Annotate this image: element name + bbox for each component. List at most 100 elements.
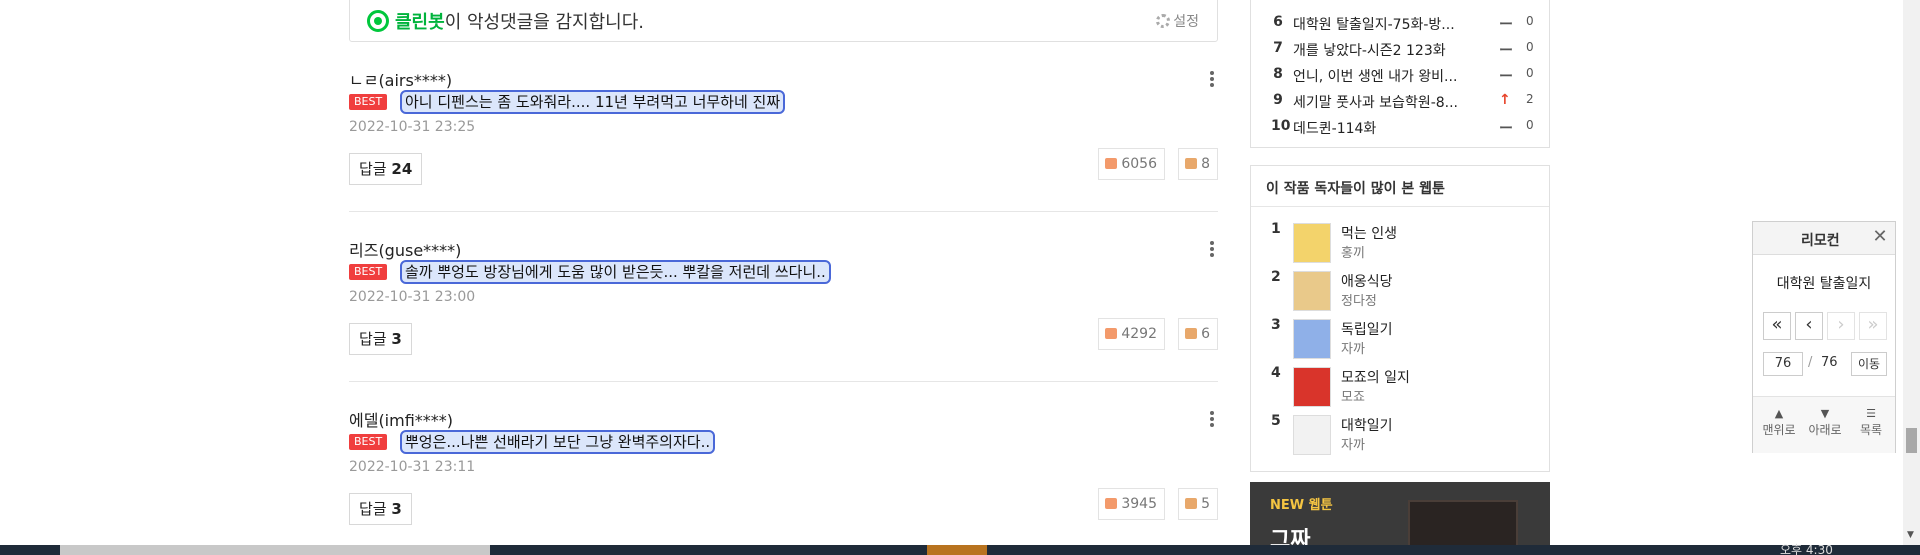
webtoon-author: 자까 — [1341, 342, 1365, 357]
reply-button[interactable]: 답글 3 — [349, 493, 412, 525]
scroll-top-button[interactable]: ▲ 맨위로 — [1757, 407, 1801, 438]
cleanbot-settings-button[interactable]: 설정 — [1156, 11, 1199, 31]
comment-text: 솔까 뿌엉도 방장님에게 도움 많이 받은듯... 뿌칼을 저런데 쓰다니.. — [400, 260, 831, 284]
webtoon-title: 먹는 인생 — [1341, 226, 1397, 242]
scrollbar-thumb[interactable] — [1906, 428, 1917, 453]
popular-item[interactable]: 5 대학일기 자까 — [1271, 413, 1531, 459]
comment-date: 2022-10-31 23:25 — [349, 119, 476, 135]
remote-header: 리모컨 ✕ — [1753, 222, 1895, 255]
comment-item: ㄴㄹ(airs****) BEST 아니 디펜스는 좀 도와줘라.... 11년… — [349, 67, 1218, 192]
webtoon-thumbnail — [1293, 367, 1331, 407]
comment-text: 뿌엉은...나쁜 선배라기 보단 그냥 완벽주의자다.. — [400, 430, 716, 454]
scroll-down-button[interactable]: ▼ 아래로 — [1803, 407, 1847, 438]
remote-nav-buttons: « ‹ › » — [1763, 312, 1887, 342]
remote-series-title: 대학원 탈출일지 — [1776, 276, 1872, 292]
popular-item[interactable]: 1 먹는 인생 홍끼 — [1271, 221, 1531, 267]
cleanbot-notice: 클린봇이 악성댓글을 감지합니다. 설정 — [349, 0, 1218, 42]
webtoon-title: 독립일기 — [1341, 322, 1393, 338]
dislike-button[interactable]: 8 — [1178, 148, 1218, 180]
episode-ranking-list: 6 대학원 탈출일지-75화-방... ー 0 7 개를 낳았다-시즌2 123… — [1250, 0, 1550, 148]
remote-page-jump: 76 / 76 이동 — [1763, 352, 1887, 378]
cleanbot-brand: 클린봇 — [395, 12, 445, 33]
rank-unchanged-icon: ー — [1499, 121, 1513, 137]
comment-item: 리즈(guse****) BEST 솔까 뿌엉도 방장님에게 도움 많이 받은듯… — [349, 237, 1218, 362]
comment-text: 아니 디펜스는 좀 도와줘라.... 11년 부려먹고 너무하네 진짜 — [400, 90, 786, 114]
remote-control-panel: 리모컨 ✕ 대학원 탈출일지 « ‹ › » 76 / 76 이동 ▲ 맨위로 ▼… — [1752, 221, 1896, 453]
list-icon: ☰ — [1866, 407, 1876, 420]
gear-icon — [1156, 14, 1171, 28]
rank-up-arrow-icon: ↑ — [1499, 92, 1511, 108]
webtoon-title: 애옹식당 — [1341, 274, 1393, 290]
thumbs-up-icon — [1105, 158, 1118, 169]
banner-label: NEW 웹툰 — [1270, 498, 1333, 513]
comment-item: 에델(imfi****) BEST 뿌엉은...나쁜 선배라기 보단 그냥 완벽… — [349, 407, 1218, 532]
more-options-icon[interactable] — [1206, 69, 1218, 87]
webtoon-author: 자까 — [1341, 438, 1365, 453]
next-episode-button[interactable]: › — [1827, 312, 1855, 340]
webtoon-thumbnail — [1293, 271, 1331, 311]
webtoon-thumbnail — [1293, 223, 1331, 263]
comment-date: 2022-10-31 23:00 — [349, 289, 476, 305]
dislike-button[interactable]: 5 — [1178, 488, 1218, 520]
total-pages: 76 — [1821, 355, 1838, 370]
thumbs-down-icon — [1185, 328, 1198, 339]
popular-webtoons-panel: 이 작품 독자들이 많이 본 웹툰 1 먹는 인생 홍끼 2 애옹식당 정다정 … — [1250, 165, 1550, 472]
ranking-item[interactable]: 7 개를 낳았다-시즌2 123화 ー 0 — [1271, 40, 1541, 65]
rank-unchanged-icon: ー — [1499, 43, 1513, 59]
prev-episode-button[interactable]: ‹ — [1795, 312, 1823, 340]
comment-username[interactable]: 에델(imfi****) — [349, 407, 453, 431]
divider — [1251, 206, 1549, 207]
webtoon-author: 모죠 — [1341, 390, 1365, 405]
ranking-item[interactable]: 6 대학원 탈출일지-75화-방... ー 0 — [1271, 14, 1541, 39]
comment-username[interactable]: ㄴㄹ(airs****) — [349, 67, 452, 91]
rank-unchanged-icon: ー — [1499, 17, 1513, 33]
banner-headline: 그짜 — [1270, 528, 1311, 547]
scroll-down-arrow-icon[interactable]: ▼ — [1907, 530, 1914, 540]
thumbs-up-icon — [1105, 498, 1118, 509]
reply-button[interactable]: 답글 24 — [349, 153, 423, 185]
webtoon-comments-page: 클린봇이 악성댓글을 감지합니다. 설정 ㄴㄹ(airs****) BEST 아… — [0, 0, 1920, 555]
thumbs-down-icon — [1185, 498, 1198, 509]
best-badge: BEST — [349, 434, 388, 450]
ranking-item[interactable]: 8 언니, 이번 생엔 내가 왕비... ー 0 — [1271, 66, 1541, 91]
page-scrollbar[interactable]: ▼ — [1903, 0, 1920, 545]
best-badge: BEST — [349, 264, 388, 280]
thumbs-up-icon — [1105, 328, 1118, 339]
new-webtoon-banner[interactable]: NEW 웹툰 그짜 — [1250, 482, 1550, 547]
like-button[interactable]: 6056 — [1098, 148, 1165, 180]
webtoon-title: 대학일기 — [1341, 418, 1393, 434]
taskbar-app[interactable] — [927, 545, 987, 555]
ranking-item[interactable]: 9 세기말 풋사과 보습학원-8... ↑ 2 — [1271, 92, 1541, 117]
remote-title: 리모컨 — [1801, 233, 1840, 249]
close-icon[interactable]: ✕ — [1871, 228, 1889, 246]
cleanbot-eye-icon — [367, 10, 389, 32]
rank-unchanged-icon: ー — [1499, 69, 1513, 85]
more-options-icon[interactable] — [1206, 239, 1218, 257]
page-input[interactable]: 76 — [1763, 352, 1803, 376]
ranking-item[interactable]: 10 데드퀸-114화 ー 0 — [1271, 118, 1541, 143]
first-episode-button[interactable]: « — [1763, 312, 1791, 340]
last-episode-button[interactable]: » — [1859, 312, 1887, 340]
popular-item[interactable]: 2 애옹식당 정다정 — [1271, 269, 1531, 315]
comment-divider — [349, 211, 1218, 212]
popular-item[interactable]: 3 독립일기 자까 — [1271, 317, 1531, 363]
webtoon-author: 정다정 — [1341, 294, 1377, 309]
webtoon-author: 홍끼 — [1341, 246, 1365, 261]
popular-item[interactable]: 4 모죠의 일지 모죠 — [1271, 365, 1531, 411]
go-button[interactable]: 이동 — [1851, 352, 1887, 376]
webtoon-thumbnail — [1293, 319, 1331, 359]
remote-footer: ▲ 맨위로 ▼ 아래로 ☰ 목록 — [1753, 396, 1895, 453]
best-badge: BEST — [349, 94, 388, 110]
like-button[interactable]: 4292 — [1098, 318, 1165, 350]
reply-button[interactable]: 답글 3 — [349, 323, 412, 355]
more-options-icon[interactable] — [1206, 409, 1218, 427]
caret-down-icon: ▼ — [1820, 407, 1830, 420]
taskbar-clock: 오후 4:30 — [1780, 543, 1833, 555]
taskbar-active-app[interactable] — [60, 545, 490, 555]
like-button[interactable]: 3945 — [1098, 488, 1165, 520]
comment-username[interactable]: 리즈(guse****) — [349, 237, 461, 261]
webtoon-title: 모죠의 일지 — [1341, 370, 1410, 386]
comment-divider — [349, 381, 1218, 382]
dislike-button[interactable]: 6 — [1178, 318, 1218, 350]
list-button[interactable]: ☰ 목록 — [1849, 407, 1893, 438]
